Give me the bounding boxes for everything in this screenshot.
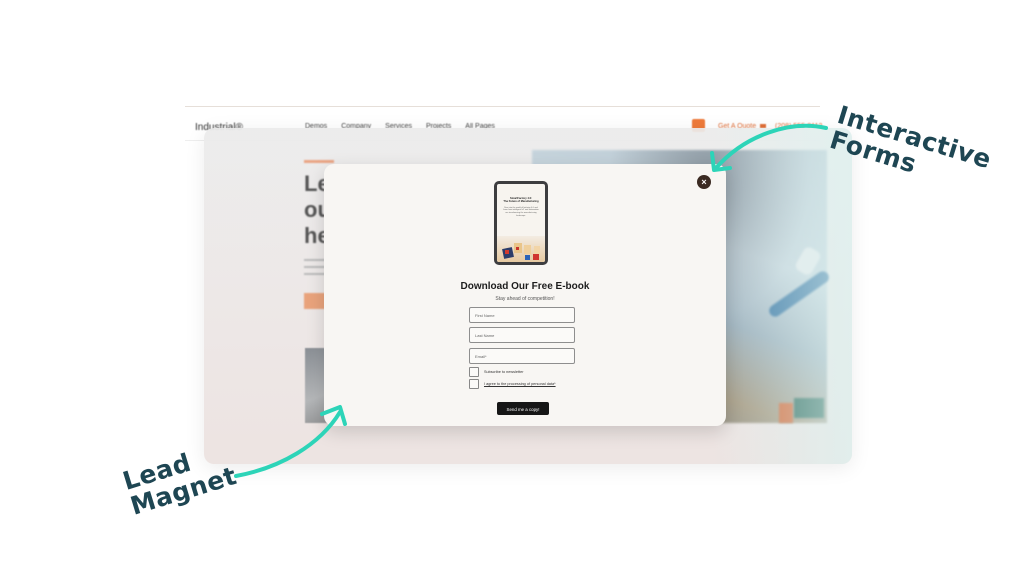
- top-divider: [185, 106, 820, 107]
- ebook-cover-illustration: [497, 236, 545, 262]
- last-name-field[interactable]: [469, 327, 575, 343]
- send-copy-button[interactable]: Send me a copy!: [497, 402, 549, 415]
- ebook-modal: × SmartFactory 4.0: The Future of Manufa…: [324, 164, 726, 426]
- consent-checkbox[interactable]: [469, 379, 479, 389]
- newsletter-checkbox[interactable]: [469, 367, 479, 377]
- ebook-tablet-image: SmartFactory 4.0: The Future of Manufact…: [494, 181, 548, 265]
- consent-checkbox-row[interactable]: I agree to the processing of personal da…: [469, 379, 556, 389]
- first-name-field[interactable]: [469, 307, 575, 323]
- ebook-cover: SmartFactory 4.0: The Future of Manufact…: [497, 184, 545, 262]
- hero-eyebrow: [304, 160, 334, 163]
- close-button[interactable]: ×: [697, 175, 711, 189]
- overlay-tint: [712, 128, 852, 464]
- email-field[interactable]: [469, 348, 575, 364]
- lead-magnet-label: Lead Magnet: [119, 438, 240, 521]
- ebook-title-line: The Future of Manufacturing: [503, 200, 539, 204]
- close-icon: ×: [701, 177, 707, 187]
- newsletter-checkbox-row[interactable]: Subscribe to newsletter: [469, 367, 523, 377]
- ebook-cover-body: Dive into the world of Industry 4.0 and …: [503, 206, 539, 217]
- consent-label[interactable]: I agree to the processing of personal da…: [484, 382, 556, 386]
- modal-subtitle: Stay ahead of competition!: [495, 296, 555, 302]
- ebook-cover-title: SmartFactory 4.0: The Future of Manufact…: [497, 197, 545, 204]
- newsletter-label[interactable]: Subscribe to newsletter: [484, 370, 523, 374]
- modal-title: Download Our Free E-book: [460, 281, 590, 292]
